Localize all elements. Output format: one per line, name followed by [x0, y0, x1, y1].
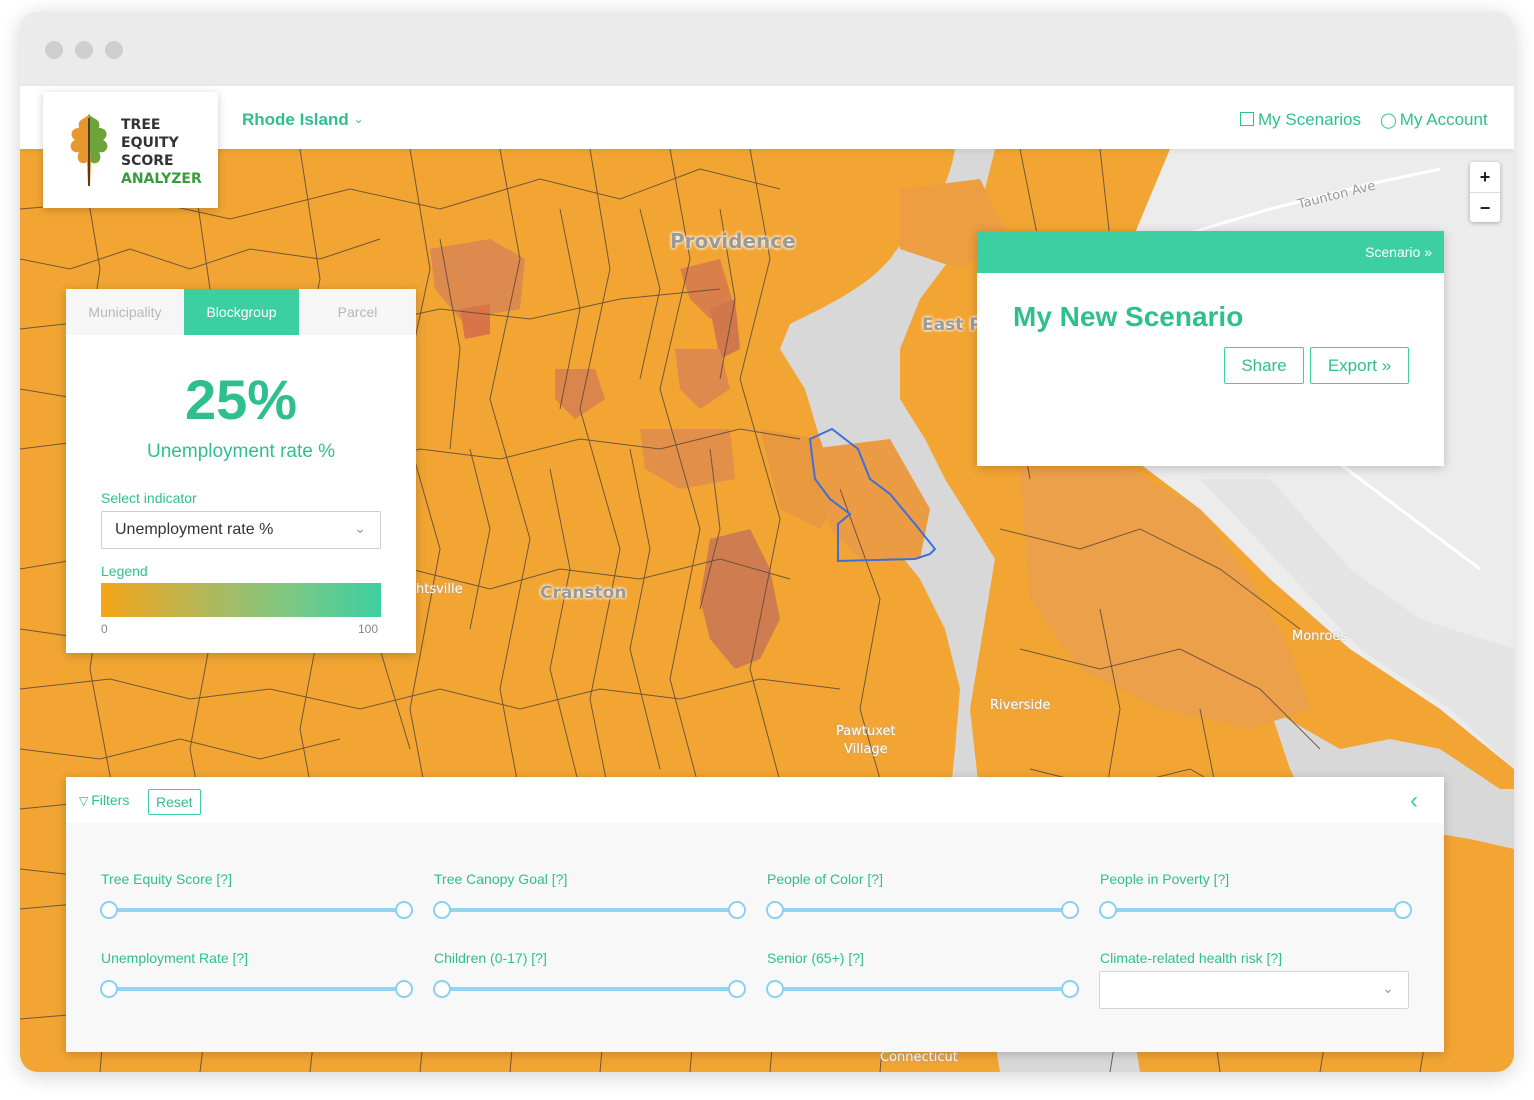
tab-parcel[interactable]: Parcel [299, 289, 416, 335]
chevron-down-icon: ⌄ [353, 112, 364, 126]
my-scenarios-link[interactable]: My Scenarios [1240, 110, 1361, 130]
slider-min-handle[interactable] [100, 901, 118, 919]
slider-max-handle[interactable] [1394, 901, 1412, 919]
chevron-left-icon[interactable]: ‹ [1410, 787, 1418, 815]
filter-label-climate-health-risk: Climate-related health risk [?] [1100, 950, 1283, 966]
slider-track[interactable] [441, 908, 737, 912]
select-indicator-label: Select indicator [101, 490, 197, 506]
slider-max-handle[interactable] [395, 901, 413, 919]
slider-track[interactable] [108, 987, 404, 991]
legend-label: Legend [101, 563, 148, 579]
slider-track[interactable] [108, 908, 404, 912]
zoom-out-button[interactable]: − [1470, 192, 1500, 223]
logo-line: ANALYZER [121, 171, 202, 187]
map-label-connecticut: Connecticut [880, 1050, 958, 1065]
slider-min-handle[interactable] [766, 901, 784, 919]
filter-label-tree-canopy-goal: Tree Canopy Goal [?] [434, 871, 568, 887]
map-label-pawtuxet: Pawtuxet [836, 724, 896, 739]
filter-label-people-in-poverty: People in Poverty [?] [1100, 871, 1230, 887]
chevron-down-icon: ⌄ [354, 520, 366, 536]
climate-health-risk-select[interactable]: ⌄ [1099, 971, 1409, 1009]
reset-button[interactable]: Reset [148, 789, 201, 815]
zoom-in-button[interactable]: + [1470, 162, 1500, 192]
legend-max: 100 [358, 622, 379, 636]
scenario-link[interactable]: Scenario » [1365, 244, 1432, 260]
slider-max-handle[interactable] [1061, 901, 1079, 919]
indicator-value: 25% [184, 368, 298, 431]
filters-header: ▽ Filters Reset ‹ [66, 777, 1444, 823]
tab-municipality[interactable]: Municipality [66, 289, 184, 335]
filter-funnel-icon: ▽ [79, 794, 89, 808]
scenario-header: Scenario » [977, 231, 1444, 273]
my-account-link[interactable]: ◯ My Account [1380, 110, 1488, 130]
logo-wordmark: TREE EQUITY SCORE ANALYZER [121, 116, 202, 188]
map-label-east-p: East P [922, 315, 982, 335]
state-selector[interactable]: Rhode Island ⌄ [242, 110, 364, 130]
filters-panel: ▽ Filters Reset ‹ Tree Equity Score [?] T… [66, 777, 1444, 1052]
legend-min: 0 [101, 622, 108, 636]
scenarios-board-icon [1240, 112, 1254, 126]
window-maximize-dot[interactable] [105, 41, 123, 59]
map-label-providence: Providence [670, 229, 796, 253]
slider-max-handle[interactable] [395, 980, 413, 998]
slider-track[interactable] [774, 908, 1070, 912]
map-label-htsville: htsville [416, 582, 463, 597]
slider-max-handle[interactable] [1061, 980, 1079, 998]
tab-blockgroup[interactable]: Blockgroup [184, 289, 299, 335]
map-block-dark [460, 304, 490, 339]
state-label: Rhode Island [242, 110, 349, 129]
slider-track[interactable] [1107, 908, 1403, 912]
logo-line: SCORE [121, 153, 174, 169]
browser-titlebar [20, 12, 1514, 86]
slider-min-handle[interactable] [433, 901, 451, 919]
logo-line: TREE [121, 117, 161, 133]
scenario-title: My New Scenario [1013, 301, 1244, 332]
window-close-dot[interactable] [45, 41, 63, 59]
scenario-panel: Scenario » My New Scenario Share Export … [977, 231, 1444, 466]
filter-label-tree-equity-score: Tree Equity Score [?] [101, 871, 232, 887]
export-button[interactable]: Export » [1310, 347, 1409, 384]
logo-line: EQUITY [121, 135, 179, 151]
indicator-value-label: Unemployment rate % [147, 441, 335, 462]
oak-leaf-icon [70, 114, 108, 186]
legend-gradient [101, 583, 381, 617]
filter-label-people-of-color: People of Color [?] [767, 871, 883, 887]
window-minimize-dot[interactable] [75, 41, 93, 59]
slider-max-handle[interactable] [728, 901, 746, 919]
indicator-panel: Municipality Blockgroup Parcel 25% Unemp… [66, 289, 416, 653]
map-label-village: Village [844, 742, 888, 757]
slider-min-handle[interactable] [766, 980, 784, 998]
indicator-select[interactable]: Unemployment rate % ⌄ [101, 511, 381, 549]
filters-toggle[interactable]: ▽ Filters [79, 792, 129, 808]
user-icon: ◯ [1380, 112, 1397, 129]
chevron-down-icon: ⌄ [1382, 980, 1394, 996]
geography-tabs: Municipality Blockgroup Parcel [66, 289, 416, 335]
my-account-label: My Account [1399, 110, 1488, 129]
filters-label: Filters [91, 792, 130, 808]
slider-min-handle[interactable] [433, 980, 451, 998]
map-label-cranston: Cranston [540, 583, 627, 603]
slider-max-handle[interactable] [728, 980, 746, 998]
slider-min-handle[interactable] [100, 980, 118, 998]
slider-track[interactable] [441, 987, 737, 991]
zoom-control: + − [1470, 162, 1500, 222]
my-scenarios-label: My Scenarios [1258, 110, 1361, 129]
app-logo[interactable]: TREE EQUITY SCORE ANALYZER [43, 92, 218, 208]
filter-label-children: Children (0-17) [?] [434, 950, 547, 966]
indicator-select-value: Unemployment rate % [115, 521, 274, 538]
filter-label-senior: Senior (65+) [?] [767, 950, 864, 966]
slider-min-handle[interactable] [1099, 901, 1117, 919]
map-label-riverside: Riverside [990, 698, 1051, 713]
slider-track[interactable] [774, 987, 1070, 991]
browser-window: Providence Cranston East P Taunton Ave R… [20, 12, 1514, 1072]
share-button[interactable]: Share [1224, 347, 1304, 384]
filter-label-unemployment-rate: Unemployment Rate [?] [101, 950, 249, 966]
map-label-monroes: Monroes [1292, 629, 1348, 644]
